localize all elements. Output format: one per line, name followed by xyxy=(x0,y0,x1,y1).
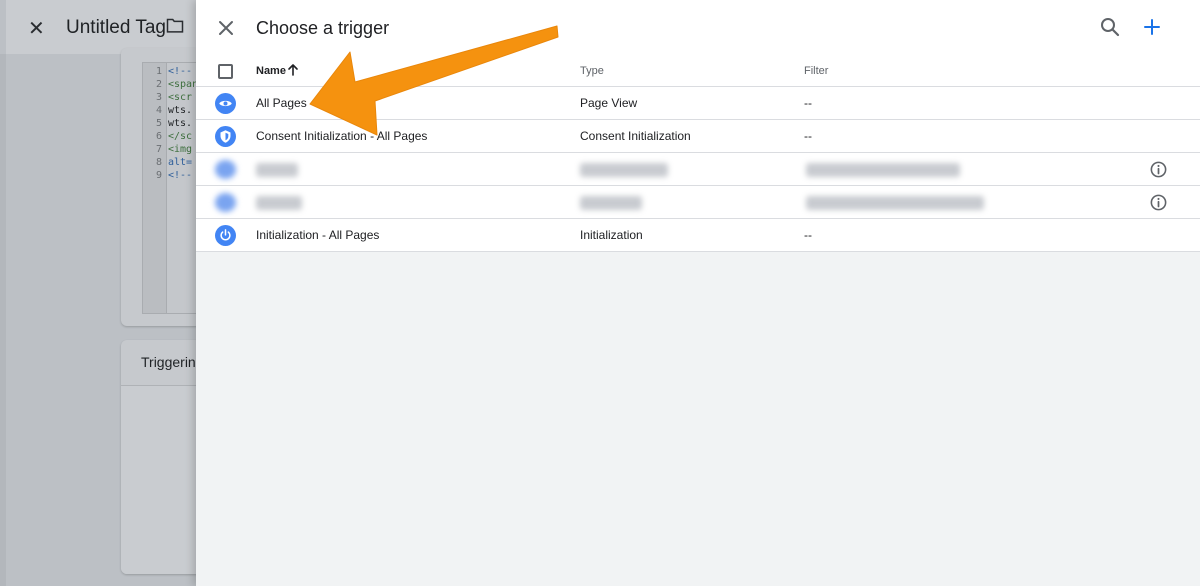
trigger-type-badge xyxy=(215,225,236,246)
trigger-type: Consent Initialization xyxy=(580,129,691,143)
blurred-icon xyxy=(215,193,236,212)
close-icon[interactable] xyxy=(214,16,238,40)
background-left-edge xyxy=(0,54,6,586)
trigger-filter: -- xyxy=(804,129,812,143)
select-all-checkbox[interactable] xyxy=(218,64,233,79)
search-icon[interactable] xyxy=(1098,15,1122,39)
shield-icon xyxy=(220,130,231,143)
triggering-card-body[interactable] xyxy=(121,386,201,574)
blurred-trigger-filter xyxy=(806,163,960,177)
table-row[interactable]: Consent Initialization - All Pages Conse… xyxy=(196,120,1200,153)
info-icon[interactable] xyxy=(1149,160,1168,179)
table-row-blurred[interactable] xyxy=(196,153,1200,186)
trigger-name: All Pages xyxy=(256,96,307,110)
table-row[interactable]: All Pages Page View -- xyxy=(196,87,1200,120)
triggering-card-header: Triggerin xyxy=(121,340,201,386)
column-header-type: Type xyxy=(580,65,604,77)
table-row-blurred[interactable] xyxy=(196,186,1200,219)
folder-icon[interactable] xyxy=(166,18,184,33)
sort-ascending-icon[interactable] xyxy=(287,63,299,77)
blurred-trigger-name xyxy=(256,196,302,210)
dialog-title: Choose a trigger xyxy=(256,18,390,38)
html-code-editor[interactable]: 1 <!-- 2 <span 3 <scr 4 wts. 5 wts. 6 </sc 7 <i… xyxy=(142,62,202,314)
background-close-icon[interactable]: ✕ xyxy=(28,16,45,41)
code-line: 6 </sc xyxy=(155,131,193,142)
power-icon xyxy=(220,229,231,241)
trigger-filter: -- xyxy=(804,228,812,242)
code-line: 5 wts. xyxy=(155,118,193,129)
code-line: 2 <span xyxy=(155,79,199,90)
trigger-name: Initialization - All Pages xyxy=(256,228,380,242)
trigger-filter: -- xyxy=(804,96,812,110)
plus-icon[interactable] xyxy=(1140,15,1164,39)
code-line: 3 <scr xyxy=(155,92,193,103)
blurred-trigger-type xyxy=(580,196,642,210)
triggering-card[interactable]: Triggerin xyxy=(121,340,201,574)
code-line: 9 <!-- xyxy=(155,170,193,181)
code-line: 7 <img xyxy=(155,144,193,155)
trigger-type: Page View xyxy=(580,96,638,110)
trigger-type: Initialization xyxy=(580,228,643,242)
triggering-card-title: Triggerin xyxy=(141,354,196,370)
trigger-type-badge xyxy=(215,126,236,147)
blurred-trigger-type xyxy=(580,163,668,177)
blurred-trigger-name xyxy=(256,163,298,177)
trigger-type-badge xyxy=(215,93,236,114)
column-header-filter: Filter xyxy=(804,65,829,77)
trigger-table: Name Type Filter All Pages Page View -- xyxy=(196,56,1200,252)
eye-icon xyxy=(219,100,232,107)
code-line: 8 alt= xyxy=(155,157,193,168)
dialog-header: Choose a trigger xyxy=(196,0,1200,56)
table-header: Name Type Filter xyxy=(196,56,1200,87)
info-icon[interactable] xyxy=(1149,193,1168,212)
background-tag-title[interactable]: Untitled Tag xyxy=(66,17,166,39)
blurred-icon xyxy=(215,160,236,179)
code-line: 1 <!-- xyxy=(155,66,193,77)
trigger-name: Consent Initialization - All Pages xyxy=(256,129,428,143)
code-line: 4 wts. xyxy=(155,105,193,116)
blurred-trigger-filter xyxy=(806,196,984,210)
table-row[interactable]: Initialization - All Pages Initializatio… xyxy=(196,219,1200,252)
column-header-name[interactable]: Name xyxy=(256,65,286,77)
choose-trigger-dialog: Choose a trigger Name Type Filter All Pa… xyxy=(196,0,1200,586)
